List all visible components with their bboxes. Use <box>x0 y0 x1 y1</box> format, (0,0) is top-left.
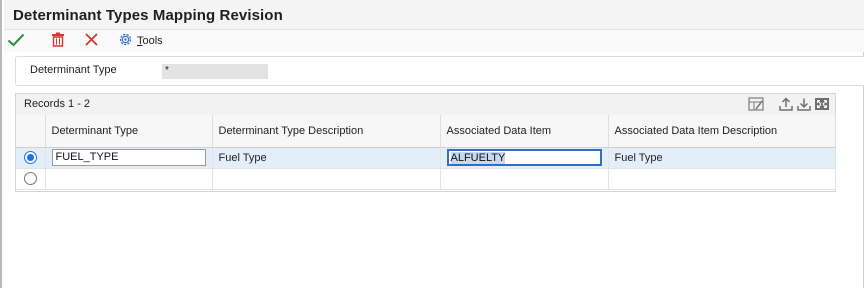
table-row[interactable] <box>16 168 836 190</box>
ok-button[interactable] <box>7 32 27 50</box>
associated-data-item-cell[interactable] <box>440 168 609 190</box>
delete-button[interactable] <box>51 32 69 50</box>
table-row[interactable]: FUEL_TYPE Fuel Type ALFUELTY Fuel Type <box>16 147 836 169</box>
determinant-type-cell[interactable] <box>45 168 213 190</box>
records-bar: Records 1 - 2 <box>16 94 835 115</box>
import-icon[interactable] <box>795 96 813 112</box>
records-count: Records 1 - 2 <box>24 98 91 110</box>
row-select-cell[interactable] <box>16 168 46 190</box>
tools-menu-button[interactable]: Tools <box>118 32 178 50</box>
row-select-radio[interactable] <box>23 151 37 164</box>
records-grid: Records 1 - 2 Determinant Type Determina… <box>15 93 836 192</box>
column-header-associated-data-item[interactable]: Associated Data Item <box>440 115 609 148</box>
determinant-type-description-cell <box>212 168 441 190</box>
associated-data-item-description-cell: Fuel Type <box>608 147 836 169</box>
determinant-type-description-cell: Fuel Type <box>212 147 441 169</box>
grid-table: Determinant Type Determinant Type Descri… <box>16 115 836 190</box>
row-select-cell[interactable] <box>16 147 46 169</box>
column-header-select <box>16 115 46 148</box>
row-select-radio[interactable] <box>23 172 37 185</box>
grid-toolbar <box>747 96 831 112</box>
determinant-type-field[interactable]: * <box>162 64 268 79</box>
column-header-determinant-type[interactable]: Determinant Type <box>45 115 213 148</box>
toolbar: Tools <box>4 30 864 52</box>
header-panel: Determinant Type * <box>15 56 864 86</box>
export-icon[interactable] <box>777 96 795 112</box>
customize-grid-icon[interactable] <box>747 96 765 112</box>
checkmark-icon <box>7 33 25 50</box>
cancel-button[interactable] <box>84 32 102 50</box>
gear-icon <box>118 32 133 50</box>
grid-header-row: Determinant Type Determinant Type Descri… <box>16 115 836 148</box>
column-header-associated-data-item-description[interactable]: Associated Data Item Description <box>608 115 836 148</box>
trash-icon <box>51 32 65 50</box>
close-icon <box>84 32 99 50</box>
determinant-type-cell[interactable]: FUEL_TYPE <box>45 147 213 169</box>
associated-data-item-description-cell <box>608 168 836 190</box>
column-header-determinant-type-description[interactable]: Determinant Type Description <box>212 115 441 148</box>
determinant-type-input[interactable]: FUEL_TYPE <box>51 149 206 166</box>
maximize-grid-icon[interactable] <box>813 96 831 112</box>
associated-data-item-input[interactable]: ALFUELTY <box>446 149 602 166</box>
tools-label: Tools <box>137 35 163 47</box>
page-title: Determinant Types Mapping Revision <box>13 7 283 24</box>
title-bar: Determinant Types Mapping Revision <box>4 0 864 30</box>
determinant-type-label: Determinant Type <box>30 64 117 76</box>
associated-data-item-selected-text: ALFUELTY <box>450 152 506 164</box>
app-window: Determinant Types Mapping Revision Tools… <box>0 0 864 288</box>
associated-data-item-cell[interactable]: ALFUELTY <box>440 147 609 169</box>
